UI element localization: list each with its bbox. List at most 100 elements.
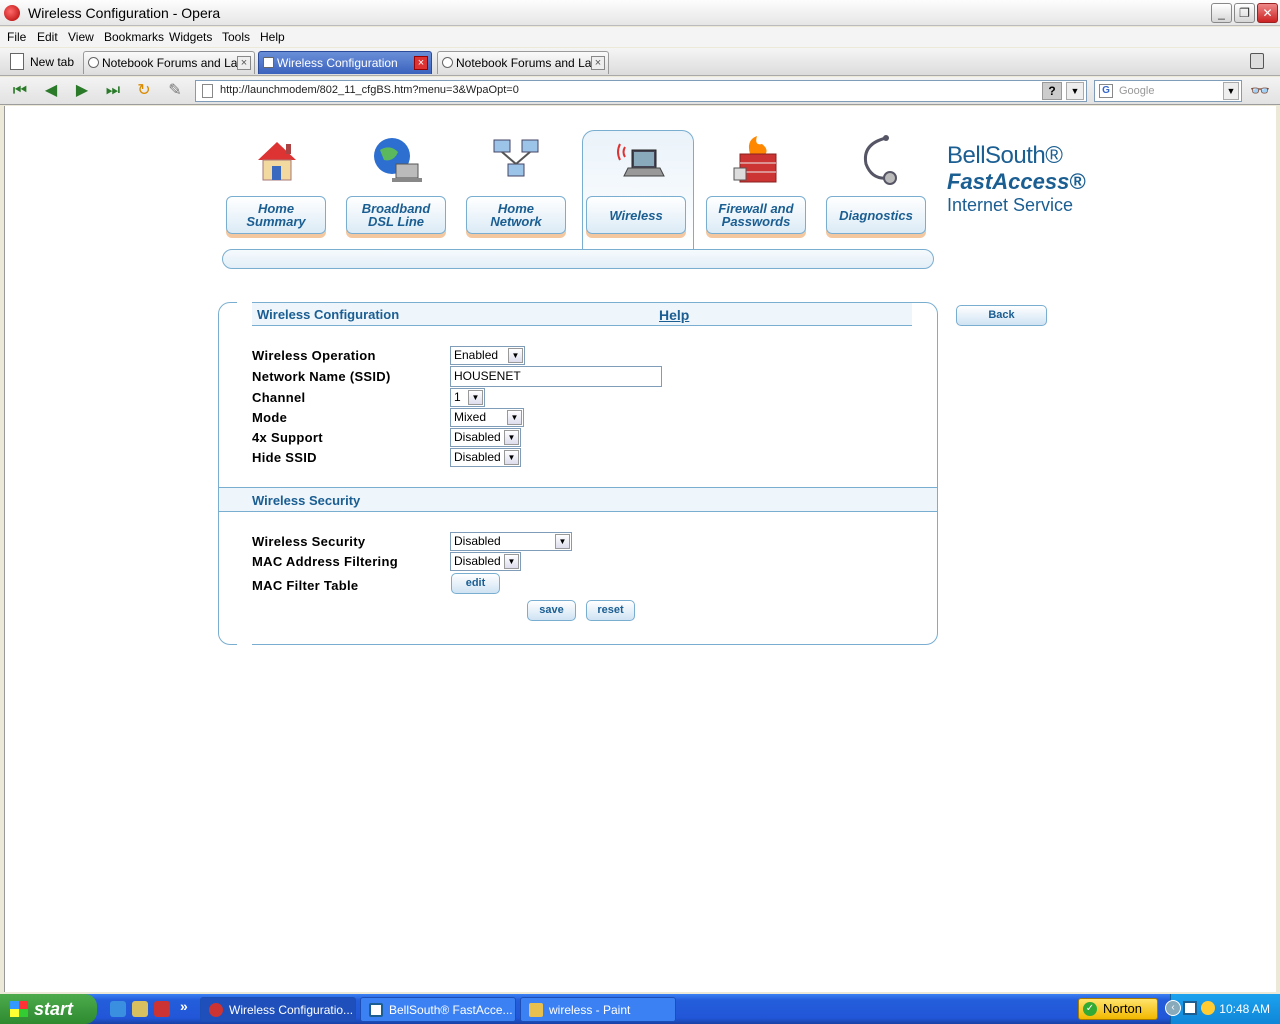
wireless-security-heading: Wireless Security xyxy=(252,493,361,508)
menu-view[interactable]: View xyxy=(68,30,94,44)
google-icon: G xyxy=(1099,84,1113,98)
minimize-button[interactable]: _ xyxy=(1211,3,1232,23)
tab-notebook-forums-1[interactable]: Notebook Forums and La... × xyxy=(83,51,255,74)
support-4x-select[interactable]: Disabled ▼ xyxy=(450,428,521,447)
wireless-config-panel: Wireless Configuration Help Wireless Ope… xyxy=(218,301,938,646)
wireless-config-header: Wireless Configuration Help xyxy=(252,302,912,326)
opera-logo-icon xyxy=(4,5,20,21)
channel-label: Channel xyxy=(252,390,306,405)
wireless-security-header: Wireless Security xyxy=(219,487,937,512)
back-arrow-icon[interactable]: ◀ xyxy=(41,81,61,101)
search-placeholder: Google xyxy=(1119,85,1155,97)
page-favicon-icon xyxy=(88,57,99,68)
internet-explorer-icon[interactable] xyxy=(110,1001,126,1017)
h-tray-icon[interactable] xyxy=(1183,1001,1197,1015)
new-tab-button[interactable]: New tab xyxy=(6,52,74,72)
nav-tab-diagnostics[interactable]: Diagnostics xyxy=(826,196,926,234)
quicklaunch-more-icon[interactable]: » xyxy=(180,998,188,1014)
globe-laptop-icon xyxy=(374,138,422,182)
mode-label: Mode xyxy=(252,410,288,425)
nav-tab-wireless[interactable]: Wireless xyxy=(586,196,686,234)
wireless-operation-label: Wireless Operation xyxy=(252,348,376,363)
system-tray: ‹ 10:48 AM xyxy=(1165,994,1280,1024)
fast-forward-icon[interactable]: ⏭ xyxy=(103,81,123,101)
windows-taskbar: start » Wireless Configuratio... BellSou… xyxy=(0,994,1280,1024)
stethoscope-icon xyxy=(863,135,897,185)
edit-pen-icon[interactable]: ✎ xyxy=(165,81,185,101)
quicklaunch-app-icon[interactable] xyxy=(132,1001,148,1017)
mac-filtering-select[interactable]: Disabled ▼ xyxy=(450,552,521,571)
page-favicon-icon xyxy=(442,57,453,68)
menu-bookmarks[interactable]: Bookmarks xyxy=(104,30,164,44)
tab-notebook-forums-2[interactable]: Notebook Forums and La... × xyxy=(437,51,609,74)
menu-bar: File Edit View Bookmarks Widgets Tools H… xyxy=(0,27,1280,47)
wireless-security-select[interactable]: Disabled ▼ xyxy=(450,532,572,551)
support-4x-label: 4x Support xyxy=(252,430,323,445)
menu-tools[interactable]: Tools xyxy=(222,30,250,44)
taskbar-item-opera[interactable]: Wireless Configuratio... xyxy=(200,997,356,1022)
wireless-config-heading: Wireless Configuration xyxy=(257,307,400,322)
help-link[interactable]: Help xyxy=(659,307,689,323)
clock: 10:48 AM xyxy=(1219,1002,1270,1016)
tray-collapse-icon[interactable]: ‹ xyxy=(1165,1000,1181,1016)
opera-quicklaunch-icon[interactable] xyxy=(154,1001,170,1017)
rewind-icon[interactable]: ⏮ xyxy=(10,81,30,101)
binoculars-icon[interactable]: 👓 xyxy=(1250,81,1270,101)
menu-help[interactable]: Help xyxy=(260,30,285,44)
window-title: Wireless Configuration - Opera xyxy=(28,5,221,21)
close-window-button[interactable]: ✕ xyxy=(1257,3,1278,23)
norton-tray-button[interactable]: ✓ Norton xyxy=(1078,998,1158,1020)
taskbar-item-paint[interactable]: wireless - Paint xyxy=(520,997,676,1022)
network-computers-icon xyxy=(493,139,539,177)
trash-icon[interactable] xyxy=(1250,53,1264,69)
url-input[interactable]: http://launchmodem/802_11_cfgBS.htm?menu… xyxy=(220,84,519,96)
tab-bar: New tab Notebook Forums and La... × Wire… xyxy=(0,48,1280,76)
page-document-icon xyxy=(263,57,274,68)
nav-tab-broadband-dsl[interactable]: Broadband DSL Line xyxy=(346,196,446,234)
nav-tab-firewall-passwords[interactable]: Firewall and Passwords xyxy=(706,196,806,234)
taskbar-item-bellsouth[interactable]: BellSouth® FastAcce... xyxy=(360,997,516,1022)
ssid-input[interactable]: HOUSENET xyxy=(450,366,662,387)
hide-ssid-select[interactable]: Disabled ▼ xyxy=(450,448,521,467)
security-tray-icon[interactable] xyxy=(1201,1001,1215,1015)
tab-label: Notebook Forums and La... xyxy=(102,56,248,70)
new-tab-icon xyxy=(10,53,24,70)
forward-arrow-icon[interactable]: ▶ xyxy=(72,81,92,101)
restore-button[interactable]: ❐ xyxy=(1234,3,1255,23)
tab-label: Wireless Configuration xyxy=(277,56,398,70)
checkmark-icon: ✓ xyxy=(1083,1002,1097,1016)
chevron-down-icon[interactable]: ▼ xyxy=(1066,82,1084,100)
mac-filter-table-label: MAC Filter Table xyxy=(252,578,359,593)
nav-tab-home-network[interactable]: Home Network xyxy=(466,196,566,234)
page-document-icon xyxy=(202,84,213,98)
close-tab-icon[interactable]: × xyxy=(591,56,605,70)
windows-flag-icon xyxy=(10,1001,28,1017)
reset-button[interactable]: reset xyxy=(586,600,635,621)
close-tab-icon[interactable]: × xyxy=(237,56,251,70)
reload-icon[interactable]: ↻ xyxy=(134,81,154,101)
menu-edit[interactable]: Edit xyxy=(37,30,58,44)
mac-filtering-label: MAC Address Filtering xyxy=(252,554,398,569)
chevron-down-icon[interactable]: ▼ xyxy=(1223,82,1239,100)
page-viewport: Home Summary Broadband DSL Line Home Networ… xyxy=(4,106,1276,992)
menu-file[interactable]: File xyxy=(7,30,26,44)
site-info-button[interactable]: ? xyxy=(1042,82,1062,100)
save-button[interactable]: save xyxy=(527,600,576,621)
tab-wireless-configuration[interactable]: Wireless Configuration × xyxy=(258,51,432,74)
menu-widgets[interactable]: Widgets xyxy=(169,30,212,44)
nav-tab-home-summary[interactable]: Home Summary xyxy=(226,196,326,234)
brand-line-2: FastAccess® xyxy=(947,169,1086,194)
chevron-down-icon: ▼ xyxy=(504,450,519,465)
close-tab-icon[interactable]: × xyxy=(414,56,428,70)
back-button[interactable]: Back xyxy=(956,305,1047,326)
search-box[interactable]: G Google ▼ xyxy=(1094,80,1242,102)
start-button[interactable]: start xyxy=(0,994,97,1024)
mode-select[interactable]: Mixed ▼ xyxy=(450,408,524,427)
brand-line-3: Internet Service xyxy=(947,195,1074,215)
channel-select[interactable]: 1 ▼ xyxy=(450,388,485,407)
wireless-laptop-icon xyxy=(617,143,665,177)
address-bar[interactable]: http://launchmodem/802_11_cfgBS.htm?menu… xyxy=(195,80,1087,102)
edit-mac-table-button[interactable]: edit xyxy=(451,573,500,594)
wireless-operation-select[interactable]: Enabled ▼ xyxy=(450,346,525,365)
chevron-down-icon: ▼ xyxy=(468,390,483,405)
